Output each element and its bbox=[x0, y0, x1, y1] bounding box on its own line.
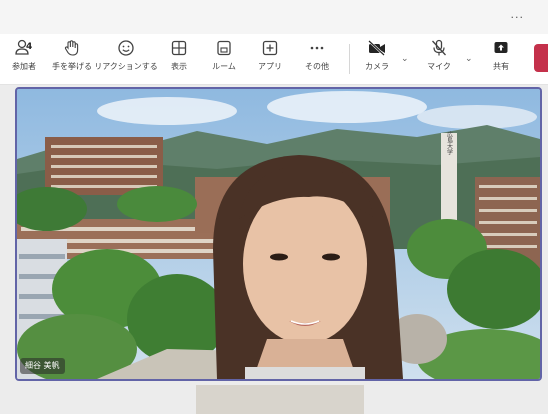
share-label: 共有 bbox=[493, 62, 509, 71]
meeting-toolbar: 4 参加者 手を挙げる リアクションする 表示 ルーム アプリ その他 カメラ … bbox=[0, 34, 548, 85]
video-frame: 広島大学 bbox=[17, 89, 540, 379]
leave-button[interactable] bbox=[534, 44, 548, 72]
raise-hand-button[interactable]: 手を挙げる bbox=[50, 39, 94, 79]
participant-count: 4 bbox=[26, 42, 33, 52]
camera-label: カメラ bbox=[365, 62, 389, 71]
toolbar-divider bbox=[349, 44, 350, 74]
self-view-tile[interactable] bbox=[196, 385, 364, 414]
plus-square-icon bbox=[262, 40, 278, 56]
apps-label: アプリ bbox=[258, 62, 282, 71]
title-bar-more-button[interactable]: ... bbox=[511, 8, 525, 21]
mic-options-chevron-icon[interactable]: ⌄ bbox=[465, 54, 473, 64]
share-button[interactable]: 共有 bbox=[488, 39, 514, 79]
raise-hand-label: 手を挙げる bbox=[52, 62, 92, 71]
reactions-button[interactable]: リアクションする bbox=[94, 39, 158, 79]
participants-button[interactable]: 4 参加者 bbox=[8, 39, 40, 79]
view-button[interactable]: 表示 bbox=[164, 39, 194, 79]
camera-button[interactable]: カメラ bbox=[362, 39, 392, 79]
title-bar: ... bbox=[0, 0, 548, 34]
mic-button[interactable]: マイク bbox=[424, 39, 454, 79]
smile-icon bbox=[118, 40, 134, 56]
grid-icon bbox=[171, 40, 187, 56]
camera-options-chevron-icon[interactable]: ⌄ bbox=[401, 54, 409, 64]
view-label: 表示 bbox=[171, 62, 187, 71]
rooms-button[interactable]: ルーム bbox=[209, 39, 239, 79]
participant-video-tile[interactable]: 広島大学 bbox=[15, 87, 542, 381]
reactions-label: リアクションする bbox=[94, 62, 158, 71]
participants-label: 参加者 bbox=[12, 62, 36, 71]
camera-off-icon bbox=[368, 40, 385, 56]
hand-icon bbox=[64, 40, 79, 56]
rooms-icon bbox=[217, 40, 231, 56]
mic-off-icon bbox=[432, 39, 446, 56]
rooms-label: ルーム bbox=[212, 62, 236, 71]
more-label: その他 bbox=[305, 62, 329, 71]
more-button[interactable]: その他 bbox=[301, 39, 333, 79]
share-icon bbox=[494, 42, 508, 53]
tower-lettering: 広島大学 bbox=[446, 130, 453, 155]
apps-button[interactable]: アプリ bbox=[255, 39, 285, 79]
ellipsis-icon bbox=[310, 46, 324, 50]
mic-label: マイク bbox=[427, 62, 451, 71]
participant-name-tag: 細谷 美帆 bbox=[20, 358, 65, 374]
